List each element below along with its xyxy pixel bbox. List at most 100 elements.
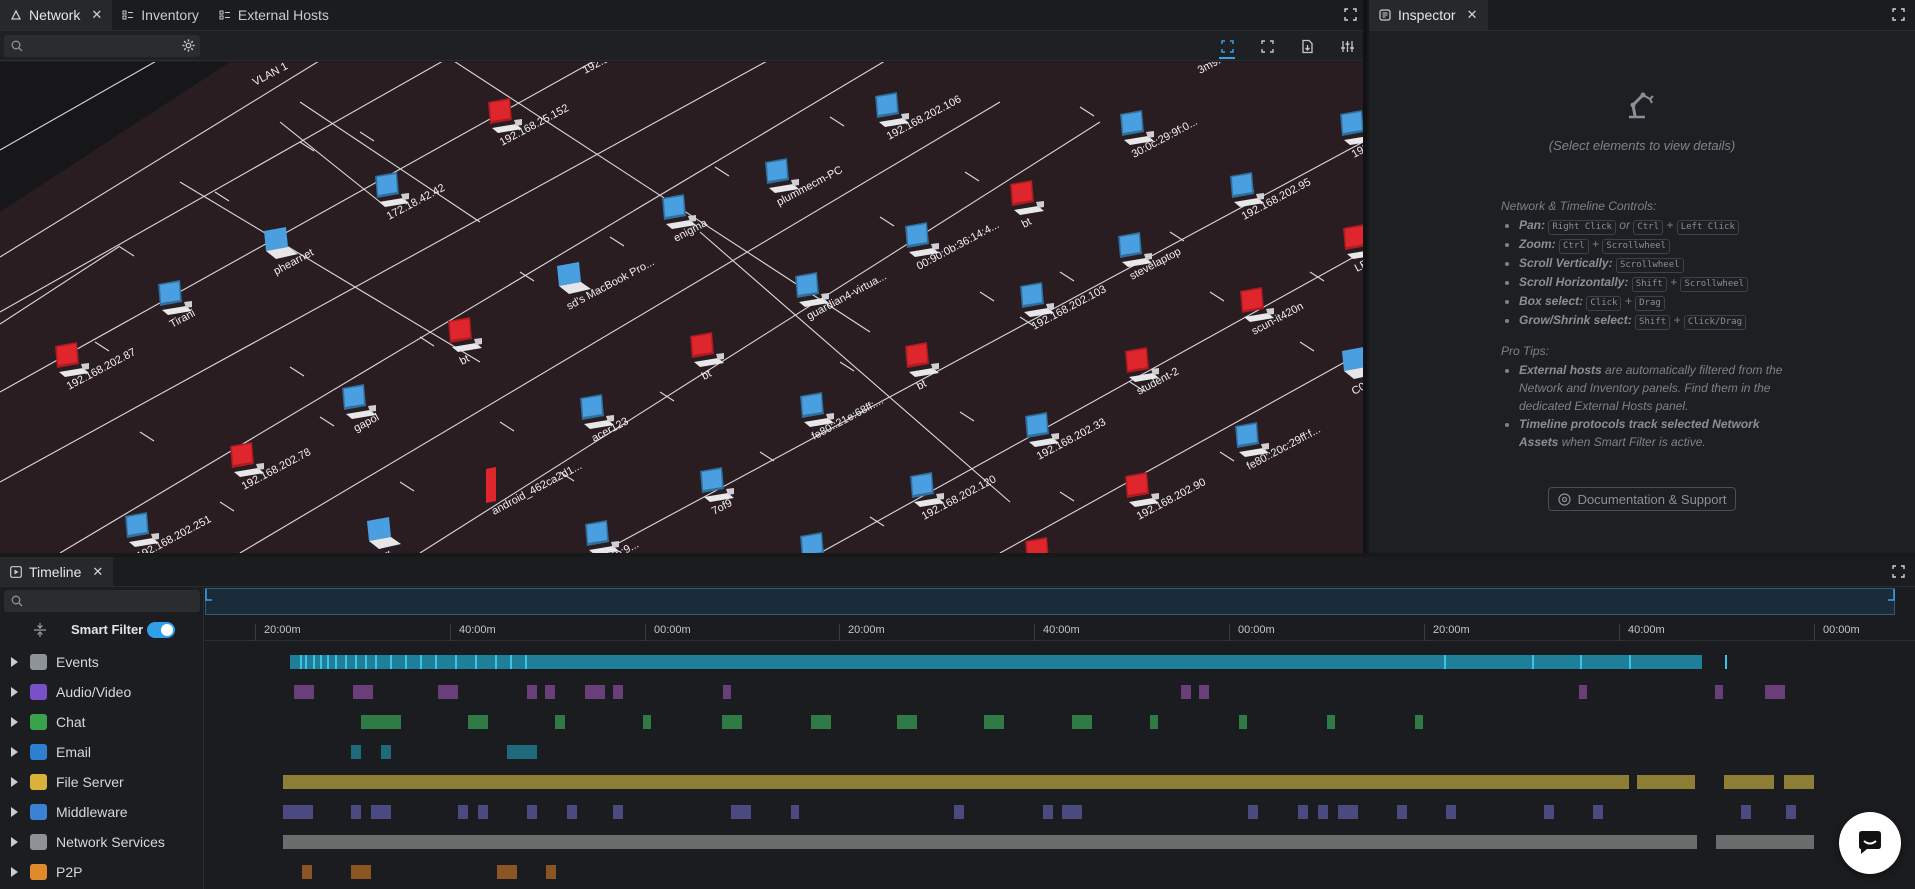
timeline-overview-scrubber[interactable] [205,588,1895,615]
fit-view-button[interactable] [1247,31,1287,61]
expand-arrow-icon[interactable] [11,717,18,727]
timeline-track[interactable] [205,857,1915,887]
activity-segment[interactable] [1298,805,1308,819]
host-node[interactable]: 192.168.202.103 [1020,282,1108,333]
event-marker[interactable] [495,655,497,669]
activity-segment[interactable] [1072,715,1092,729]
event-marker[interactable] [420,655,422,669]
activity-segment[interactable] [351,745,361,759]
activity-segment[interactable] [1318,805,1328,819]
activity-segment[interactable] [1415,715,1423,729]
activity-segment[interactable] [1724,775,1774,789]
maximize-icon[interactable] [1892,8,1905,21]
host-node[interactable]: bt [690,332,724,383]
host-node[interactable]: sd's MacBook Pro... [557,256,656,313]
event-marker[interactable] [365,655,367,669]
close-icon[interactable]: ✕ [91,7,102,23]
event-marker[interactable] [305,655,307,669]
host-node[interactable]: acer123 [580,394,631,445]
event-marker[interactable] [335,655,337,669]
host-node[interactable]: C020 [1342,347,1363,398]
host-node[interactable]: 7of9 [700,467,734,518]
activity-segment[interactable] [954,805,964,819]
documentation-button[interactable]: Documentation & Support [1548,487,1736,511]
event-marker[interactable] [1444,655,1446,669]
host-node[interactable]: 192.168.202.33 [1025,412,1108,463]
activity-segment[interactable] [545,685,555,699]
host-node[interactable]: raff [367,517,401,553]
activity-segment[interactable] [1579,685,1587,699]
host-node[interactable]: 172.18.42.42 [375,172,447,223]
timeline-track[interactable] [205,737,1915,767]
timeline-row-file-server[interactable]: File Server [0,767,204,797]
activity-segment[interactable] [613,685,623,699]
timeline-search-input[interactable] [26,592,186,610]
event-marker[interactable] [435,655,437,669]
host-node[interactable]: guardian4-virtua... [795,270,889,323]
maximize-icon[interactable] [1892,565,1905,578]
activity-segment[interactable] [1446,805,1456,819]
smart-filter-toggle[interactable] [147,622,175,638]
activity-segment[interactable] [353,685,373,699]
event-marker[interactable] [1629,655,1631,669]
event-marker[interactable] [327,655,329,669]
event-marker[interactable] [320,655,322,669]
tab-inspector[interactable]: Inspector ✕ [1369,0,1488,30]
activity-segment[interactable] [613,805,623,819]
activity-segment[interactable] [507,745,537,759]
activity-segment[interactable] [283,805,313,819]
activity-segment[interactable] [497,865,517,879]
event-marker[interactable] [375,655,377,669]
host-node[interactable]: fe80::21e:68ff:... [800,392,885,443]
timeline-row-chat[interactable]: Chat [0,707,204,737]
activity-segment[interactable] [283,775,1629,789]
tab-network[interactable]: Network ✕ [0,0,113,30]
host-node[interactable]: student-2 [1125,347,1181,398]
network-search-input[interactable] [26,37,166,55]
activity-segment[interactable] [546,865,556,879]
host-node[interactable]: VLAN 1 [251,62,290,89]
activity-segment[interactable] [458,805,468,819]
gear-icon[interactable] [181,38,196,53]
event-marker[interactable] [510,655,512,669]
host-node[interactable]: 192.168.202.251 [125,512,213,553]
event-marker[interactable] [345,655,347,669]
close-icon[interactable]: ✕ [1467,7,1478,23]
timeline-track[interactable] [205,797,1915,827]
activity-segment[interactable] [643,715,651,729]
timeline-row-network-services[interactable]: Network Services [0,827,204,857]
activity-segment[interactable] [1150,715,1158,729]
host-node[interactable]: enigma [662,194,710,245]
activity-segment[interactable] [567,805,577,819]
activity-segment[interactable] [438,685,458,699]
event-marker[interactable] [525,655,527,669]
activity-segment[interactable] [723,685,731,699]
activity-segment[interactable] [811,715,831,729]
activity-segment[interactable] [1338,805,1358,819]
expand-arrow-icon[interactable] [11,747,18,757]
activity-segment[interactable] [1637,775,1695,789]
activity-segment[interactable] [1716,835,1814,849]
activity-segment[interactable] [478,805,488,819]
activity-segment[interactable] [351,805,361,819]
host-node[interactable] [1025,537,1059,553]
activity-segment[interactable] [984,715,1004,729]
expand-arrow-icon[interactable] [11,657,18,667]
event-marker[interactable] [355,655,357,669]
expand-arrow-icon[interactable] [11,687,18,697]
activity-segment[interactable] [381,745,391,759]
tab-timeline[interactable]: Timeline ✕ [0,557,114,586]
timeline-track[interactable] [205,707,1915,737]
activity-segment[interactable] [1765,685,1785,699]
activity-segment[interactable] [1327,715,1335,729]
timeline-row-email[interactable]: Email [0,737,204,767]
host-node[interactable]: Tirani [158,280,197,331]
timeline-track[interactable] [205,767,1915,797]
host-node[interactable]: phearnet [264,227,316,278]
activity-segment[interactable] [351,865,371,879]
tab-inventory[interactable]: Inventory [112,0,209,30]
activity-segment[interactable] [791,805,799,819]
host-node[interactable]: 30:0c:29:9f:0... [1120,110,1200,161]
host-node[interactable]: android_462ca2d1... [486,460,584,518]
host-node[interactable]: 3m9M [1196,62,1229,77]
